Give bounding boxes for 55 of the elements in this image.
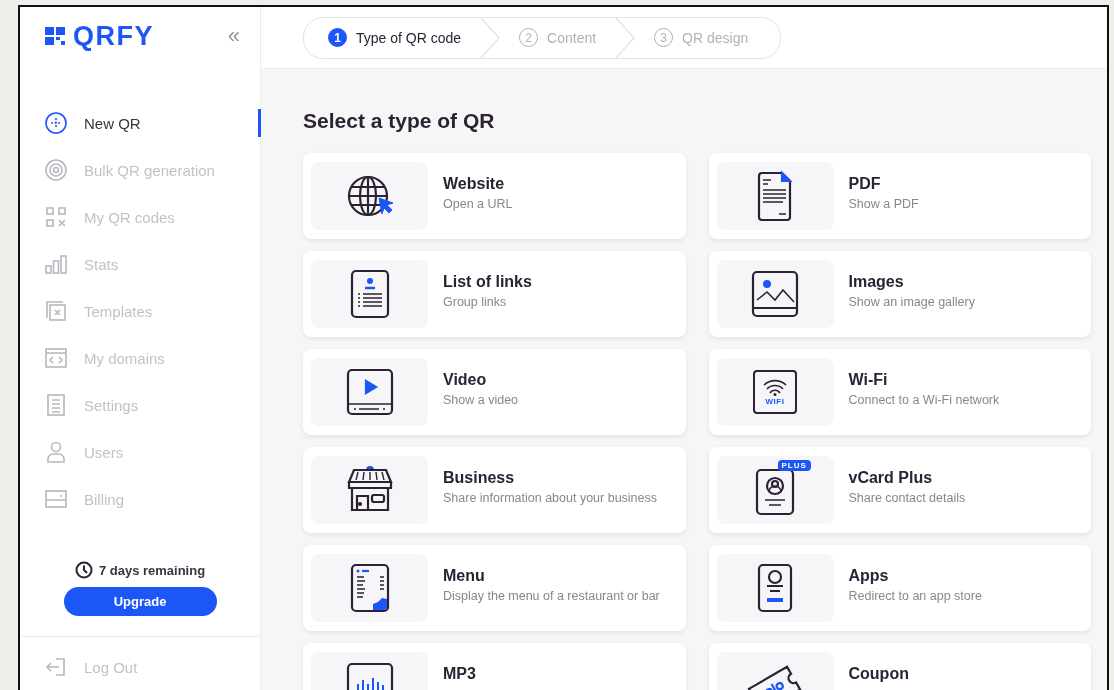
browser-code-icon (44, 346, 68, 370)
card-title: Business (443, 469, 516, 487)
card-description: Share information about your business (443, 491, 657, 506)
card-title: Wi-Fi (848, 371, 889, 389)
list-icon (44, 393, 68, 417)
card-title: vCard Plus (848, 469, 934, 487)
qr-type-card[interactable]: Coupon (708, 643, 1091, 690)
card-title: Website (443, 175, 506, 193)
qr-type-card[interactable]: PDF Show a PDF (708, 153, 1091, 239)
card-description: Show a PDF (848, 197, 919, 212)
qr-type-card[interactable]: PLUS vCard Plus Share contact details (708, 447, 1091, 533)
trial-remaining-text: 7 days remaining (98, 562, 206, 578)
qr-type-card[interactable]: WIFI Wi-Fi Connect to a Wi-Fi network (708, 349, 1091, 435)
card-description: Display the menu of a restaurant or bar (443, 589, 660, 604)
section-heading: Select a type of QR (303, 109, 496, 133)
user-icon (44, 440, 68, 464)
template-icon (44, 299, 68, 323)
bar-chart-icon (44, 252, 68, 276)
plus-badge: PLUS (777, 460, 811, 471)
card-description: Share contact details (848, 491, 966, 506)
card-title: Images (848, 273, 905, 291)
card-title: PDF (848, 175, 882, 193)
card-title: Apps (848, 567, 890, 585)
logo-icon (45, 27, 67, 45)
card-description: Connect to a Wi-Fi network (848, 393, 1000, 408)
wifi-icon (762, 378, 788, 396)
card-title: Menu (443, 567, 486, 585)
upgrade-button[interactable]: Upgrade (63, 587, 217, 616)
qr-type-card[interactable]: Menu Display the menu of a restaurant or bar (303, 545, 686, 631)
card-description: Show a video (443, 393, 519, 408)
qr-type-card[interactable]: Video Show a video (303, 349, 686, 435)
card-description: Redirect to an app store (848, 589, 982, 604)
qr-type-card[interactable]: Images Show an image gallery (708, 251, 1091, 337)
qr-type-card[interactable]: Website Open a URL (303, 153, 686, 239)
nav-item[interactable]: New QR (20, 105, 260, 141)
crosshair-icon (44, 111, 68, 135)
clock-icon (74, 561, 93, 579)
card-icon (44, 487, 68, 511)
card-title: MP3 (443, 665, 476, 683)
card-title: List of links (443, 273, 532, 291)
card-description: Open a URL (443, 197, 513, 212)
grid-icon (44, 205, 68, 229)
target-icon (44, 158, 68, 182)
qr-type-card[interactable]: Apps Redirect to an app store (708, 545, 1091, 631)
wifi-label: WIFI (765, 398, 785, 406)
card-description: Show an image gallery (848, 295, 975, 310)
qr-type-card[interactable]: MP3 (303, 643, 686, 690)
qr-type-card[interactable]: Business Share information about your business (303, 447, 686, 533)
card-title: Video (443, 371, 488, 389)
logo-text: QRFY (73, 20, 154, 52)
logout-icon (44, 655, 68, 679)
card-title: Coupon (848, 665, 909, 683)
card-description: Group links (443, 295, 508, 310)
step-tab[interactable]: 1 Type of QR code (318, 28, 472, 47)
qr-type-card[interactable]: List of links Group links (303, 251, 686, 337)
